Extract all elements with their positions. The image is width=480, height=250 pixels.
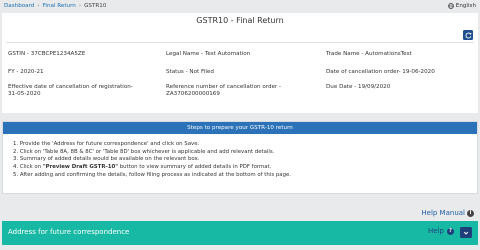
cancellation-reference-number: Reference number of cancellation order -… xyxy=(166,84,316,99)
return-summary-card: GSTR10 - Final Return GSTIN - 37CBCPE123… xyxy=(2,13,478,113)
step-text: 4. Click on xyxy=(13,164,43,171)
page-title: GSTR10 - Final Return xyxy=(196,16,284,25)
accordion-help-link[interactable]: Help ? xyxy=(428,227,454,235)
step-item: 1. Provide the 'Address for future corre… xyxy=(13,141,200,147)
accordion-title: Address for future correspondence xyxy=(8,228,130,236)
language-selector[interactable]: English xyxy=(447,3,476,9)
effective-cancellation-date: Effective date of cancellation of regist… xyxy=(8,84,158,99)
cancellation-order-date: Date of cancellation order- 19-06-2020 xyxy=(326,69,435,75)
chevron-down-icon xyxy=(463,231,469,235)
title-divider xyxy=(6,42,474,43)
due-date: Due Date - 19/09/2020 xyxy=(326,84,391,90)
address-accordion[interactable]: Address for future correspondence Help ? xyxy=(2,221,478,245)
language-label: English xyxy=(455,3,476,9)
trade-name: Trade Name - AutomationsTest xyxy=(326,51,412,57)
gstin: GSTIN - 37CBCPE1234A5ZE xyxy=(8,51,86,57)
breadcrumb-current: GSTR10 xyxy=(84,3,107,9)
globe-icon xyxy=(447,3,454,9)
financial-year: FY - 2020-21 xyxy=(8,69,44,75)
step-item: 5. After adding and confirming the detai… xyxy=(13,171,292,178)
reference-label: Reference number of cancellation order - xyxy=(166,84,282,90)
help-manual-link[interactable]: Help Manual i xyxy=(421,209,474,217)
help-label: Help xyxy=(428,227,444,235)
accordion-toggle-button[interactable] xyxy=(460,227,472,238)
breadcrumb: Dashboard › Final Return › GSTR10 xyxy=(4,3,106,9)
info-icon: i xyxy=(467,209,474,217)
legal-name: Legal Name - Test Automation xyxy=(166,51,251,57)
step-text: button to view summary of added details … xyxy=(118,164,272,171)
effective-date-label: Effective date of cancellation of regist… xyxy=(8,84,133,90)
question-icon: ? xyxy=(447,227,454,235)
steps-header: Steps to prepare your GSTR-10 return xyxy=(3,122,477,134)
refresh-button[interactable] xyxy=(463,30,473,40)
refresh-icon xyxy=(464,32,471,38)
breadcrumb-dashboard[interactable]: Dashboard xyxy=(4,3,34,9)
steps-panel: Steps to prepare your GSTR-10 return 1. … xyxy=(2,121,478,194)
reference-value: ZA3706200000169 xyxy=(166,91,220,98)
breadcrumb-separator: › xyxy=(37,3,40,9)
step-item: 4. Click on "Preview Draft GSTR-10" butt… xyxy=(13,164,473,172)
preview-draft-label: "Preview Draft GSTR-10" xyxy=(42,164,119,171)
step-item: 2. Click on 'Table 8A, 8B & 8C' or 'Tabl… xyxy=(13,148,275,155)
breadcrumb-separator: › xyxy=(78,3,82,9)
filing-status: Status - Not Filed xyxy=(166,69,214,75)
breadcrumb-final-return[interactable]: Final Return xyxy=(43,3,76,9)
top-bar: Dashboard › Final Return › GSTR10 Englis… xyxy=(0,0,480,12)
step-item: 3. Summary of added details would be ava… xyxy=(13,156,200,163)
steps-list: 1. Provide the 'Address for future corre… xyxy=(13,141,473,180)
effective-date-value: 31-05-2020 xyxy=(8,91,41,98)
help-manual-label: Help Manual xyxy=(421,209,465,217)
